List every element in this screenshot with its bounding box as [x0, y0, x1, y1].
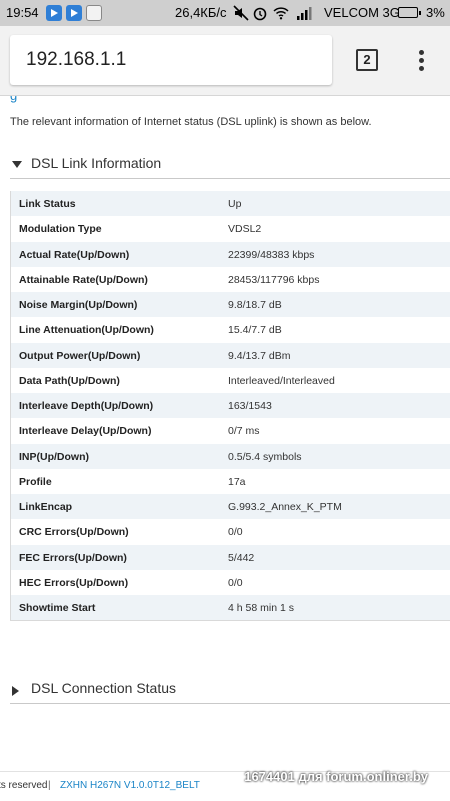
- table-row: Link Status Up: [11, 191, 450, 217]
- intro-text: The relevant information of Internet sta…: [10, 116, 372, 128]
- table-row: Output Power(Up/Down) 9.4/13.7 dBm: [11, 342, 450, 368]
- watermark: 1674401 для forum.onliner.by: [244, 769, 428, 784]
- row-value: Interleaved/Interleaved: [228, 374, 335, 387]
- row-value: 15.4/7.7 dB: [228, 324, 282, 337]
- row-key: Output Power(Up/Down): [19, 349, 141, 362]
- table-row: Attainable Rate(Up/Down) 28453/117796 kbp…: [11, 266, 450, 292]
- row-key: Noise Margin(Up/Down): [19, 299, 138, 311]
- row-key: Profile: [19, 475, 52, 488]
- dsl-link-section-header[interactable]: DSL Link Information: [10, 153, 450, 179]
- row-key: Interleave Depth(Up/Down): [19, 400, 154, 412]
- table-row: LinkEncap G.993.2_Annex_K_PTM: [11, 494, 450, 520]
- row-value: G.993.2_Annex_K_PTM: [228, 501, 342, 513]
- row-value: Up: [228, 198, 242, 210]
- row-key: Data Path(Up/Down): [19, 374, 120, 387]
- table-row: Modulation Type VDSL2: [11, 216, 450, 242]
- table-row: Data Path(Up/Down) Interleaved/Interleave…: [11, 367, 450, 393]
- table-row: Interleave Depth(Up/Down) 163/1543: [11, 393, 450, 419]
- table-row: CRC Errors(Up/Down) 0/0: [11, 519, 450, 545]
- table-row: Noise Margin(Up/Down) 9.8/18.7 dB: [11, 292, 450, 318]
- row-value: VDSL2: [228, 223, 262, 236]
- row-key: Showtime Start: [19, 602, 96, 614]
- table-row: FEC Errors(Up/Down) 5/442: [11, 544, 450, 570]
- overflow-menu-icon[interactable]: [416, 50, 426, 72]
- row-value: 0.5/5.4 symbols: [228, 450, 302, 463]
- row-key: HEC Errors(Up/Down): [19, 576, 129, 589]
- network-speed: 26,4КБ/с: [175, 5, 227, 20]
- row-key: LinkEncap: [19, 501, 73, 513]
- page-footer: ts reserved | ZXHN H267N V1.0.0T12_BELT …: [0, 769, 450, 801]
- dsl-connection-title: DSL Connection Status: [31, 680, 177, 696]
- tab-switcher-button[interactable]: 2: [356, 49, 378, 71]
- row-value: 163/1543: [228, 400, 272, 412]
- table-row: INP(Up/Down) 0.5/5.4 symbols: [11, 443, 450, 469]
- copyright-text: ts reserved: [0, 780, 48, 791]
- table-row: Actual Rate(Up/Down) 22399/48383 kbps: [11, 241, 450, 267]
- firmware-version-link[interactable]: ZXHN H267N V1.0.0T12_BELT: [60, 780, 200, 791]
- table-row: Profile 17a: [11, 468, 450, 494]
- wifi-icon: [273, 7, 289, 20]
- video-notification-icon: [46, 5, 62, 21]
- carrier-name: VELCOM 3G: [324, 5, 400, 20]
- status-bar: 19:54 26,4КБ/с VELCOM 3G 3%: [0, 0, 450, 26]
- row-value: 22399/48383 kbps: [228, 248, 315, 261]
- row-value: 4 h 58 min 1 s: [228, 602, 294, 614]
- table-row: Showtime Start 4 h 58 min 1 s: [11, 595, 450, 621]
- row-value: 0/0: [228, 526, 243, 539]
- dsl-link-table: Link Status Up Modulation Type VDSL2 Actua…: [10, 191, 450, 622]
- mute-icon: [233, 5, 249, 21]
- row-value: 17a: [228, 475, 246, 488]
- table-row: Line Attenuation(Up/Down) 15.4/7.7 dB: [11, 317, 450, 343]
- image-notification-icon: [86, 5, 102, 21]
- collapse-arrow-icon: [12, 686, 19, 696]
- row-value: 28453/117796 kbps: [228, 273, 320, 286]
- row-value: 9.4/13.7 dBm: [228, 349, 291, 362]
- row-key: Modulation Type: [19, 223, 102, 236]
- table-row: Interleave Delay(Up/Down) 0/7 ms: [11, 418, 450, 444]
- row-key: FEC Errors(Up/Down): [19, 551, 127, 564]
- row-value: 9.8/18.7 dB: [228, 299, 282, 311]
- table-row: HEC Errors(Up/Down) 0/0: [11, 569, 450, 595]
- row-key: INP(Up/Down): [19, 450, 89, 463]
- expand-arrow-icon: [12, 161, 22, 168]
- footer-separator: |: [48, 780, 51, 791]
- row-key: Link Status: [19, 198, 76, 210]
- row-key: Actual Rate(Up/Down): [19, 248, 130, 261]
- row-key: Line Attenuation(Up/Down): [19, 324, 154, 337]
- row-value: 5/442: [228, 551, 255, 564]
- row-value: 0/0: [228, 576, 243, 589]
- row-value: 0/7 ms: [228, 425, 260, 438]
- row-key: Interleave Delay(Up/Down): [19, 425, 152, 438]
- address-bar[interactable]: 192.168.1.1: [10, 35, 332, 85]
- battery-percent: 3%: [426, 5, 445, 20]
- dsl-connection-section-header[interactable]: DSL Connection Status: [10, 678, 450, 704]
- row-key: CRC Errors(Up/Down): [19, 526, 129, 539]
- dsl-link-title: DSL Link Information: [31, 155, 162, 171]
- status-time: 19:54: [6, 5, 39, 20]
- signal-icon: [297, 7, 312, 20]
- browser-toolbar: 192.168.1.1 2: [0, 26, 450, 96]
- partial-link[interactable]: g: [10, 96, 17, 103]
- row-key: Attainable Rate(Up/Down): [19, 273, 148, 286]
- battery-icon: [398, 7, 421, 18]
- alarm-icon: [253, 7, 267, 21]
- video-notification-icon: [66, 5, 82, 21]
- page-content: g The relevant information of Internet s…: [0, 96, 450, 800]
